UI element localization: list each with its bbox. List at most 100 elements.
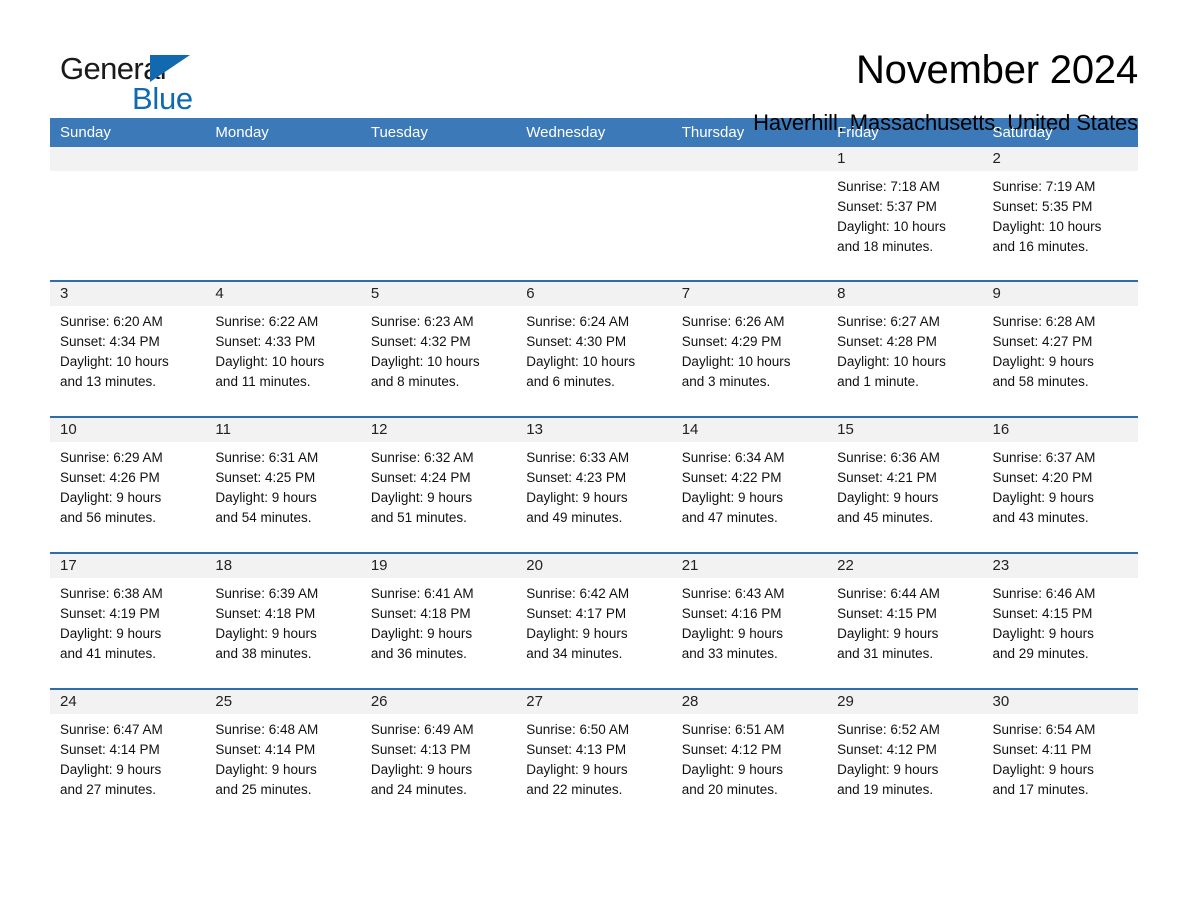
- daylight-text: Daylight: 9 hours: [992, 490, 1094, 505]
- page-masthead: General Blue November 2024 Haverhill, Ma…: [50, 0, 1138, 135]
- day-cell[interactable]: 18 Sunrise: 6:39 AM Sunset: 4:18 PM Dayligh…: [205, 554, 360, 688]
- day-number: 18: [215, 557, 233, 574]
- day-cell[interactable]: 30 Sunrise: 6:54 AM Sunset: 4:11 PM Dayligh…: [983, 690, 1138, 824]
- daylight-text: and 20 minutes.: [681, 782, 778, 797]
- sunset-text: Sunset: 4:18 PM: [215, 606, 316, 621]
- day-cell[interactable]: 19 Sunrise: 6:41 AM Sunset: 4:18 PM Dayligh…: [361, 554, 516, 688]
- daylight-text: Daylight: 10 hours: [837, 219, 946, 234]
- day-info: Sunrise: 6:42 AM Sunset: 4:17 PM Daylight:…: [526, 584, 661, 664]
- day-cell[interactable]: 9 Sunrise: 6:28 AM Sunset: 4:27 PM Daylight…: [983, 282, 1138, 416]
- day-cell[interactable]: 6 Sunrise: 6:24 AM Sunset: 4:30 PM Daylight…: [516, 282, 671, 416]
- day-number: 23: [992, 557, 1010, 574]
- day-info: Sunrise: 6:29 AM Sunset: 4:26 PM Daylight:…: [60, 448, 195, 528]
- day-cell[interactable]: 4 Sunrise: 6:22 AM Sunset: 4:33 PM Daylight…: [205, 282, 360, 416]
- day-cell[interactable]: 20 Sunrise: 6:42 AM Sunset: 4:17 PM Dayligh…: [516, 554, 671, 688]
- day-info: Sunrise: 7:18 AM Sunset: 5:37 PM Daylight:…: [837, 177, 972, 257]
- daylight-text: Daylight: 9 hours: [526, 626, 628, 641]
- day-cell[interactable]: 21 Sunrise: 6:43 AM Sunset: 4:16 PM Dayligh…: [672, 554, 827, 688]
- daylight-text: Daylight: 9 hours: [370, 762, 473, 777]
- day-number: 10: [60, 421, 77, 438]
- day-cell[interactable]: 14 Sunrise: 6:34 AM Sunset: 4:22 PM Dayligh…: [672, 418, 827, 552]
- daylight-text: and 41 minutes.: [60, 646, 157, 661]
- sunset-text: Sunset: 4:25 PM: [215, 470, 316, 485]
- daylight-text: Daylight: 10 hours: [60, 354, 169, 369]
- day-cell[interactable]: 8 Sunrise: 6:27 AM Sunset: 4:28 PM Daylight…: [827, 282, 982, 416]
- sunrise-text: Sunrise: 6:39 AM: [215, 586, 319, 601]
- daylight-text: Daylight: 9 hours: [992, 762, 1094, 777]
- sunrise-text: Sunrise: 6:47 AM: [60, 722, 163, 737]
- sunrise-text: Sunrise: 6:32 AM: [370, 450, 474, 465]
- day-number: 13: [526, 421, 543, 438]
- day-info: Sunrise: 6:46 AM Sunset: 4:15 PM Daylight:…: [993, 584, 1128, 664]
- daylight-text: and 8 minutes.: [370, 374, 460, 389]
- sunset-text: Sunset: 4:23 PM: [526, 470, 627, 485]
- day-info: Sunrise: 6:31 AM Sunset: 4:25 PM Daylight:…: [215, 448, 350, 528]
- day-cell[interactable]: 16 Sunrise: 6:37 AM Sunset: 4:20 PM Dayligh…: [983, 418, 1138, 552]
- sunrise-text: Sunrise: 6:31 AM: [215, 450, 319, 465]
- sunset-text: Sunset: 4:11 PM: [992, 742, 1092, 757]
- daylight-text: and 58 minutes.: [992, 374, 1089, 389]
- daylight-text: Daylight: 9 hours: [992, 626, 1094, 641]
- day-info: Sunrise: 6:54 AM Sunset: 4:11 PM Daylight:…: [993, 720, 1128, 800]
- day-number: 12: [370, 421, 388, 438]
- day-cell[interactable]: 28 Sunrise: 6:51 AM Sunset: 4:12 PM Dayligh…: [672, 690, 827, 824]
- day-cell[interactable]: 13 Sunrise: 6:33 AM Sunset: 4:23 PM Dayligh…: [516, 418, 671, 552]
- day-number: 30: [992, 693, 1010, 710]
- daylight-text: Daylight: 9 hours: [215, 626, 317, 641]
- sunset-text: Sunset: 4:26 PM: [60, 470, 160, 485]
- sunset-text: Sunset: 4:15 PM: [992, 606, 1093, 621]
- daylight-text: Daylight: 9 hours: [60, 626, 162, 641]
- day-cell[interactable]: 10 Sunrise: 6:29 AM Sunset: 4:26 PM Dayligh…: [50, 418, 205, 552]
- day-cell[interactable]: 15 Sunrise: 6:36 AM Sunset: 4:21 PM Dayligh…: [827, 418, 982, 552]
- generalblue-logo[interactable]: General Blue: [50, 44, 210, 118]
- day-cell[interactable]: 23 Sunrise: 6:46 AM Sunset: 4:15 PM Dayligh…: [983, 554, 1138, 688]
- day-cell[interactable]: 3 Sunrise: 6:20 AM Sunset: 4:34 PM Daylight…: [50, 282, 205, 416]
- calendar-week-row: 3 Sunrise: 6:20 AM Sunset: 4:34 PM Daylight…: [50, 280, 1138, 416]
- day-number: 11: [215, 421, 231, 438]
- day-cell[interactable]: 1 Sunrise: 7:18 AM Sunset: 5:37 PM Daylight…: [827, 147, 982, 280]
- day-number: 19: [370, 557, 388, 574]
- day-cell[interactable]: 26 Sunrise: 6:49 AM Sunset: 4:13 PM Dayligh…: [361, 690, 516, 824]
- sunrise-text: Sunrise: 6:22 AM: [215, 314, 319, 329]
- daylight-text: and 31 minutes.: [837, 646, 934, 661]
- day-cell[interactable]: 12 Sunrise: 6:32 AM Sunset: 4:24 PM Dayligh…: [361, 418, 516, 552]
- sunrise-text: Sunrise: 6:28 AM: [992, 314, 1096, 329]
- daylight-text: and 51 minutes.: [370, 510, 467, 525]
- day-cell[interactable]: 17 Sunrise: 6:38 AM Sunset: 4:19 PM Dayligh…: [50, 554, 205, 688]
- weekday-header-saturday: Saturday: [992, 124, 1053, 141]
- sunset-text: Sunset: 4:13 PM: [526, 742, 627, 757]
- daylight-text: Daylight: 9 hours: [681, 762, 783, 777]
- day-cell[interactable]: 22 Sunrise: 6:44 AM Sunset: 4:15 PM Dayligh…: [827, 554, 982, 688]
- day-cell[interactable]: 29 Sunrise: 6:52 AM Sunset: 4:12 PM Dayligh…: [827, 690, 982, 824]
- day-cell[interactable]: 25 Sunrise: 6:48 AM Sunset: 4:14 PM Dayligh…: [205, 690, 360, 824]
- sunset-text: Sunset: 4:15 PM: [837, 606, 937, 621]
- daylight-text: and 45 minutes.: [837, 510, 934, 525]
- sunrise-text: Sunrise: 6:29 AM: [60, 450, 163, 465]
- day-info: Sunrise: 6:22 AM Sunset: 4:33 PM Daylight:…: [215, 312, 350, 392]
- day-cell[interactable]: 7 Sunrise: 6:26 AM Sunset: 4:29 PM Daylight…: [672, 282, 827, 416]
- day-info: Sunrise: 7:19 AM Sunset: 5:35 PM Daylight:…: [993, 177, 1128, 257]
- day-cell[interactable]: 24 Sunrise: 6:47 AM Sunset: 4:14 PM Dayligh…: [50, 690, 205, 824]
- day-info: Sunrise: 6:43 AM Sunset: 4:16 PM Daylight:…: [682, 584, 817, 664]
- sunset-text: Sunset: 4:18 PM: [370, 606, 471, 621]
- day-info: Sunrise: 6:20 AM Sunset: 4:34 PM Daylight:…: [60, 312, 195, 392]
- sunset-text: Sunset: 4:22 PM: [681, 470, 782, 485]
- sunrise-text: Sunrise: 7:18 AM: [837, 179, 940, 194]
- day-cell[interactable]: 11 Sunrise: 6:31 AM Sunset: 4:25 PM Dayligh…: [205, 418, 360, 552]
- day-cell[interactable]: 27 Sunrise: 6:50 AM Sunset: 4:13 PM Dayligh…: [516, 690, 671, 824]
- daylight-text: and 1 minute.: [837, 374, 919, 389]
- sunset-text: Sunset: 4:13 PM: [370, 742, 471, 757]
- sunset-text: Sunset: 4:21 PM: [837, 470, 937, 485]
- day-number: 15: [837, 421, 854, 438]
- day-cell[interactable]: 2 Sunrise: 7:19 AM Sunset: 5:35 PM Daylight…: [983, 147, 1138, 280]
- day-cell[interactable]: 5 Sunrise: 6:23 AM Sunset: 4:32 PM Daylight…: [361, 282, 516, 416]
- sunrise-text: Sunrise: 6:42 AM: [526, 586, 630, 601]
- sunrise-text: Sunrise: 6:49 AM: [370, 722, 474, 737]
- daylight-text: and 25 minutes.: [215, 782, 312, 797]
- daylight-text: and 29 minutes.: [992, 646, 1089, 661]
- daylight-text: and 36 minutes.: [370, 646, 467, 661]
- day-cell-empty: [672, 147, 827, 280]
- day-info: Sunrise: 6:33 AM Sunset: 4:23 PM Daylight:…: [526, 448, 661, 528]
- sunrise-text: Sunrise: 6:33 AM: [526, 450, 630, 465]
- day-number: 7: [681, 285, 691, 302]
